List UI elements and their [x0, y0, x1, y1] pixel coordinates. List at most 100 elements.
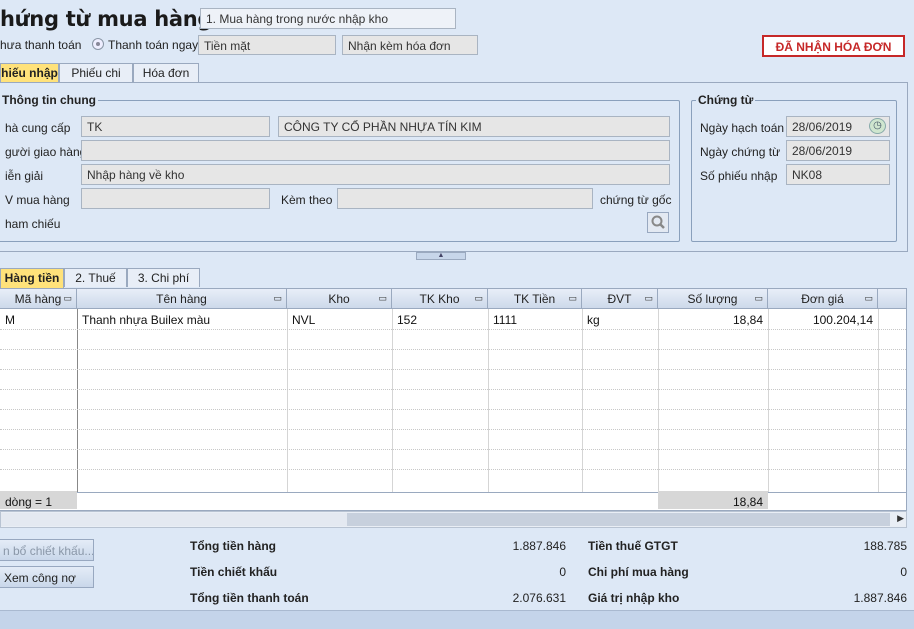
import-value-value: 1.887.846	[853, 591, 907, 605]
reference-search-button[interactable]	[647, 212, 669, 233]
supplier-code-field[interactable]: TK	[81, 116, 270, 137]
col-divider	[287, 309, 288, 492]
import-value-label: Giá trị nhập kho	[588, 591, 680, 605]
unpaid-radio-label[interactable]: hưa thanh toán	[0, 38, 81, 52]
calendar-icon[interactable]: ◷	[869, 118, 886, 134]
cell-item-code[interactable]: M	[0, 309, 77, 331]
invoice-option-select[interactable]: Nhận kèm hóa đơn	[342, 35, 478, 55]
buyer-label: V mua hàng	[5, 193, 70, 207]
general-info-title: Thông tin chung	[0, 93, 98, 107]
col-header-item-name[interactable]: Tên hàng ▭	[77, 289, 287, 309]
allocate-discount-button[interactable]: n bổ chiết khấu...	[0, 539, 94, 561]
pin-icon[interactable]: ▭	[644, 293, 653, 304]
row-divider	[0, 429, 906, 430]
row-divider	[0, 449, 906, 450]
pin-icon[interactable]: ▭	[568, 293, 577, 304]
voucher-number-field[interactable]: NK08	[786, 164, 890, 185]
attach-field[interactable]	[337, 188, 593, 209]
pin-icon[interactable]: ▭	[754, 293, 763, 304]
total-goods-label: Tổng tiền hàng	[190, 539, 276, 553]
deliverer-field[interactable]	[81, 140, 670, 161]
voucher-number-label: Số phiếu nhập	[700, 169, 778, 183]
cell-inventory-account[interactable]: 152	[392, 309, 488, 331]
description-field[interactable]: Nhập hàng về kho	[81, 164, 670, 185]
col-header-label: ĐVT	[607, 292, 632, 306]
payment-method-select[interactable]: Tiền mặt	[198, 35, 336, 55]
bottom-strip	[0, 610, 914, 629]
page-title: hứng từ mua hàng	[0, 7, 213, 31]
deliverer-label: gười giao hàng	[5, 145, 87, 159]
row-divider	[0, 389, 906, 390]
tab-payment-label: Phiếu chi	[71, 66, 121, 80]
cell-warehouse[interactable]: NVL	[287, 309, 392, 331]
buyer-field[interactable]	[81, 188, 270, 209]
col-header-item-code[interactable]: Mã hàng ▭	[0, 289, 77, 309]
original-docs-label: chứng từ gốc	[600, 193, 672, 207]
col-divider	[878, 309, 879, 492]
col-header-warehouse[interactable]: Kho ▭	[287, 289, 392, 309]
table-row[interactable]: M Thanh nhựa Builex màu NVL 152 1111 kg …	[0, 309, 906, 331]
voucher-date-field[interactable]: 28/06/2019	[786, 140, 890, 161]
tab-invoice-label: Hóa đơn	[142, 66, 190, 80]
col-header-label: Tên hàng	[156, 292, 207, 306]
cell-item-name[interactable]: Thanh nhựa Builex màu	[77, 309, 287, 331]
tab-invoice[interactable]: Hóa đơn	[133, 63, 199, 82]
col-header-inventory-account[interactable]: TK Kho ▭	[392, 289, 488, 309]
footer-quantity-total: 18,84	[658, 491, 768, 509]
attach-label: Kèm theo	[281, 193, 333, 207]
cell-unit[interactable]: kg	[582, 309, 658, 331]
grid-footer: dòng = 1 18,84	[0, 491, 906, 510]
col-header-quantity[interactable]: Số lượng ▭	[658, 289, 768, 309]
collapse-handle[interactable]: ▲	[416, 252, 466, 260]
col-header-label: TK Kho	[419, 292, 460, 306]
view-debt-button[interactable]: Xem công nợ	[0, 566, 94, 588]
voucher-date-label: Ngày chứng từ	[700, 145, 781, 159]
col-header-unit[interactable]: ĐVT ▭	[582, 289, 658, 309]
col-header-label: Mã hàng	[14, 292, 62, 306]
total-goods-value: 1.887.846	[512, 539, 566, 553]
tab-receipt-label: hiếu nhập	[1, 66, 58, 80]
scroll-right-icon[interactable]: ▶	[897, 513, 904, 524]
pin-icon[interactable]: ▭	[474, 293, 483, 304]
voucher-title: Chứng từ	[696, 93, 756, 107]
horizontal-scrollbar[interactable]: ▶	[0, 511, 907, 528]
discount-value: 0	[559, 565, 566, 579]
posting-date-label: Ngày hạch toán	[700, 121, 785, 135]
col-divider	[488, 309, 489, 492]
supplier-name-field[interactable]: CÔNG TY CỔ PHẦN NHỰA TÍN KIM	[278, 116, 670, 137]
row-divider	[0, 469, 906, 470]
reference-label: ham chiếu	[5, 217, 61, 231]
status-badge: ĐÃ NHẬN HÓA ĐƠN	[762, 35, 905, 57]
tab-payment[interactable]: Phiếu chi	[59, 63, 133, 82]
pin-icon[interactable]: ▭	[864, 293, 873, 304]
pin-icon[interactable]: ▭	[63, 293, 72, 304]
tab-goods-label: Hàng tiền	[4, 271, 60, 285]
scrollbar-thumb[interactable]	[1, 513, 347, 526]
purchase-type-select[interactable]: 1. Mua hàng trong nước nhập kho	[200, 8, 456, 29]
row-divider	[0, 349, 906, 350]
col-header-unit-price[interactable]: Đơn giá ▭	[768, 289, 878, 309]
tab-receipt[interactable]: hiếu nhập	[0, 63, 59, 83]
cell-quantity[interactable]: 18,84	[658, 309, 768, 331]
cell-unit-price[interactable]: 100.204,14	[768, 309, 878, 331]
total-payment-label: Tổng tiền thanh toán	[190, 591, 309, 605]
pin-icon[interactable]: ▭	[273, 293, 282, 304]
paid-radio[interactable]	[92, 38, 104, 50]
row-divider	[0, 369, 906, 370]
tab-goods[interactable]: Hàng tiền	[0, 268, 64, 288]
goods-grid: Mã hàng ▭ Tên hàng ▭ Kho ▭ TK Kho ▭ TK Tiền ▭…	[0, 288, 907, 511]
vat-label: Tiền thuế GTGT	[588, 539, 678, 553]
pin-icon[interactable]: ▭	[378, 293, 387, 304]
col-header-cash-account[interactable]: TK Tiền ▭	[488, 289, 582, 309]
tab-cost[interactable]: 3. Chi phí	[127, 268, 200, 287]
supplier-label: hà cung cấp	[5, 121, 71, 135]
scrollbar-track	[347, 513, 890, 526]
col-header-label: TK Tiền	[513, 292, 556, 306]
paid-radio-label[interactable]: Thanh toán ngay	[108, 38, 198, 52]
row-divider	[0, 329, 906, 330]
purchase-cost-label: Chi phí mua hàng	[588, 565, 689, 579]
tab-tax[interactable]: 2. Thuế	[64, 268, 127, 287]
total-payment-value: 2.076.631	[512, 591, 566, 605]
cell-cash-account[interactable]: 1111	[488, 309, 582, 331]
col-header-label: Đơn giá	[801, 292, 844, 306]
